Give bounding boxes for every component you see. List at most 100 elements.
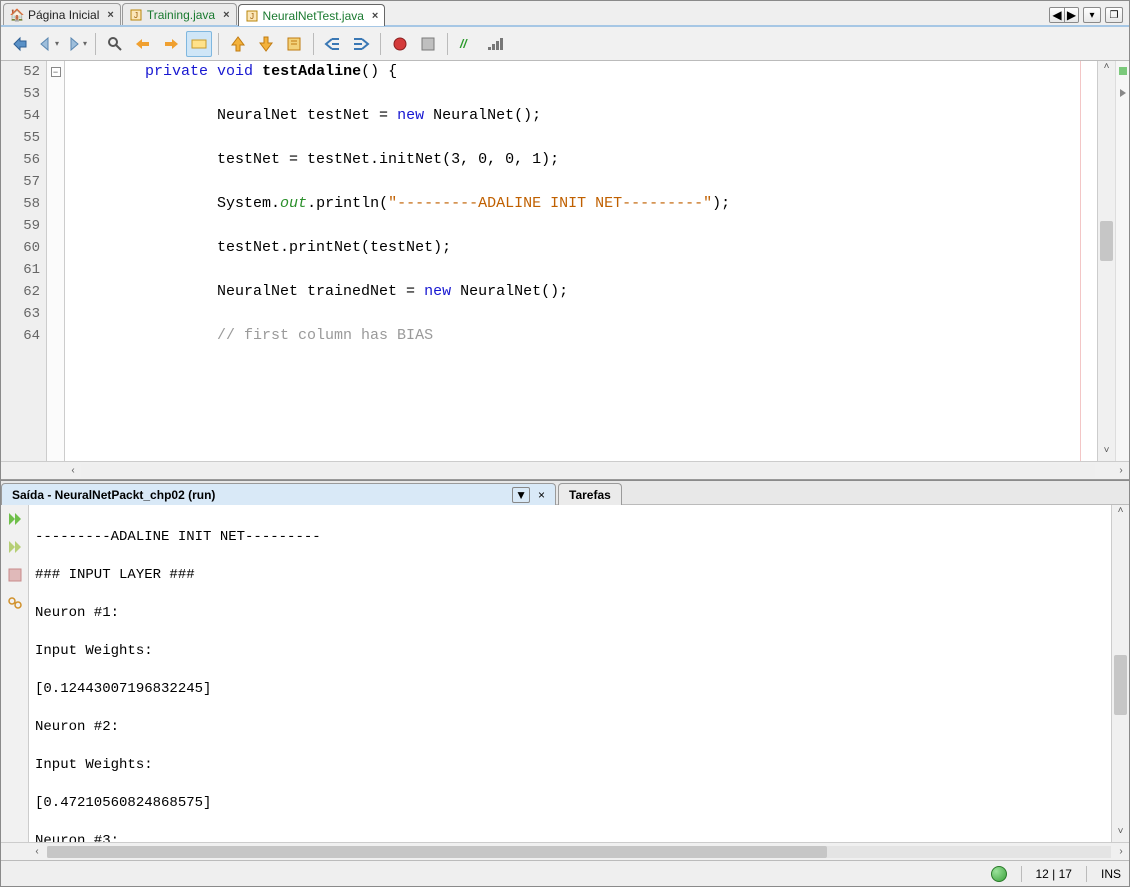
menu-icon[interactable]: ▼ bbox=[512, 487, 530, 503]
toolbar-separator bbox=[313, 33, 314, 55]
shift-left-button[interactable] bbox=[320, 31, 346, 57]
scroll-left-icon[interactable]: ◀ bbox=[1050, 8, 1064, 22]
close-icon[interactable]: × bbox=[223, 9, 229, 21]
code-token: "---------ADALINE INIT NET---------" bbox=[388, 195, 712, 212]
find-previous-button[interactable] bbox=[130, 31, 156, 57]
line-number: 54 bbox=[1, 105, 46, 127]
tab-label: Tarefas bbox=[569, 488, 611, 502]
uncomment-button[interactable] bbox=[482, 31, 508, 57]
statusbar: 12 | 17 INS bbox=[1, 860, 1129, 886]
console-line: Neuron #1: bbox=[35, 604, 1105, 623]
close-icon[interactable]: × bbox=[372, 10, 378, 22]
network-status-icon[interactable] bbox=[991, 866, 1007, 882]
line-number: 57 bbox=[1, 171, 46, 193]
editor-vertical-scrollbar[interactable]: ˄ ˅ bbox=[1097, 61, 1115, 461]
editor-toolbar: ▾ ▾ // bbox=[1, 27, 1129, 61]
tab-pagina-inicial[interactable]: 🏠 Página Inicial × bbox=[3, 3, 121, 25]
close-icon[interactable]: × bbox=[538, 488, 545, 502]
panel-tabstrip: Saída - NeuralNetPackt_chp02 (run) ▼ × T… bbox=[1, 481, 1129, 505]
toolbar-separator bbox=[447, 33, 448, 55]
code-token: NeuralNet testNet = bbox=[217, 107, 397, 124]
code-token: () { bbox=[361, 63, 397, 80]
scroll-up-icon[interactable]: ˄ bbox=[1112, 505, 1129, 521]
line-number: 64 bbox=[1, 325, 46, 347]
tab-tasks[interactable]: Tarefas bbox=[558, 483, 622, 505]
insert-mode[interactable]: INS bbox=[1101, 867, 1121, 881]
line-number: 55 bbox=[1, 127, 46, 149]
console-line: Neuron #3: bbox=[35, 832, 1105, 842]
scroll-right-icon[interactable]: › bbox=[1113, 846, 1129, 857]
code-body[interactable]: private void testAdaline() { NeuralNet t… bbox=[65, 61, 1097, 461]
last-edit-button[interactable] bbox=[7, 31, 33, 57]
line-number: 52 bbox=[1, 61, 46, 83]
code-token: testNet.printNet(testNet); bbox=[217, 239, 451, 256]
comment-button[interactable]: // bbox=[454, 31, 480, 57]
line-number-gutter: 52 53 54 55 56 57 58 59 60 61 62 63 64 bbox=[1, 61, 47, 461]
tab-neuralnettest-java[interactable]: J NeuralNetTest.java × bbox=[238, 4, 386, 26]
scroll-down-icon[interactable]: ˅ bbox=[1112, 826, 1129, 842]
settings-button[interactable] bbox=[5, 593, 25, 613]
back-button[interactable]: ▾ bbox=[35, 31, 61, 57]
code-token: out bbox=[280, 195, 307, 212]
line-number: 63 bbox=[1, 303, 46, 325]
editor-area: 52 53 54 55 56 57 58 59 60 61 62 63 64 −… bbox=[1, 61, 1129, 480]
svg-text:J: J bbox=[250, 12, 254, 21]
code-token: NeuralNet(); bbox=[451, 283, 568, 300]
forward-button[interactable]: ▾ bbox=[63, 31, 89, 57]
error-stripe-marker[interactable] bbox=[1119, 67, 1127, 75]
maximize-button[interactable]: ❐ bbox=[1105, 7, 1123, 23]
scroll-right-icon[interactable]: › bbox=[1113, 465, 1129, 476]
toolbar-separator bbox=[380, 33, 381, 55]
home-icon: 🏠 bbox=[10, 8, 24, 22]
java-file-icon: J bbox=[129, 8, 143, 22]
scrollbar-thumb[interactable] bbox=[47, 846, 827, 858]
svg-text://: // bbox=[459, 37, 468, 51]
start-macro-button[interactable] bbox=[387, 31, 413, 57]
find-selection-button[interactable] bbox=[102, 31, 128, 57]
line-number: 56 bbox=[1, 149, 46, 171]
code-token: private bbox=[145, 63, 208, 80]
stop-button[interactable] bbox=[5, 565, 25, 585]
tab-scroll-buttons[interactable]: ◀ ▶ bbox=[1049, 7, 1079, 23]
shift-right-button[interactable] bbox=[348, 31, 374, 57]
scroll-up-icon[interactable]: ˄ bbox=[1098, 61, 1115, 77]
console-line: ### INPUT LAYER ### bbox=[35, 566, 1105, 585]
console-horizontal-scrollbar[interactable]: ‹ › bbox=[1, 842, 1129, 860]
scroll-left-icon[interactable]: ‹ bbox=[29, 846, 45, 857]
rerun-button[interactable] bbox=[5, 509, 25, 529]
tab-label: Página Inicial bbox=[28, 8, 99, 22]
scrollbar-thumb[interactable] bbox=[1114, 655, 1127, 715]
close-icon[interactable]: × bbox=[107, 9, 113, 21]
find-next-button[interactable] bbox=[158, 31, 184, 57]
run-button[interactable] bbox=[5, 537, 25, 557]
editor-window-controls: ◀ ▶ ▾ ❐ bbox=[1049, 7, 1129, 25]
scrollbar-thumb[interactable] bbox=[1100, 221, 1113, 261]
console-output[interactable]: ---------ADALINE INIT NET--------- ### I… bbox=[29, 505, 1111, 842]
status-separator bbox=[1021, 866, 1022, 882]
scroll-down-icon[interactable]: ˅ bbox=[1098, 445, 1115, 461]
console-line: [0.47210560824868575] bbox=[35, 794, 1105, 813]
editor-horizontal-scrollbar[interactable]: ‹ › bbox=[1, 461, 1129, 479]
stop-macro-button[interactable] bbox=[415, 31, 441, 57]
previous-bookmark-button[interactable] bbox=[225, 31, 251, 57]
fold-toggle[interactable]: − bbox=[51, 67, 61, 77]
java-file-icon: J bbox=[245, 9, 259, 23]
code-token: System. bbox=[217, 195, 280, 212]
dropdown-button[interactable]: ▾ bbox=[1083, 7, 1101, 23]
toggle-highlight-button[interactable] bbox=[186, 31, 212, 57]
console-line: Neuron #2: bbox=[35, 718, 1105, 737]
console-vertical-scrollbar[interactable]: ˄ ˅ bbox=[1111, 505, 1129, 842]
tab-training-java[interactable]: J Training.java × bbox=[122, 3, 237, 25]
scroll-left-icon[interactable]: ‹ bbox=[65, 465, 81, 476]
editor-marker-strip bbox=[1115, 61, 1129, 461]
scroll-right-icon[interactable]: ▶ bbox=[1064, 8, 1078, 22]
window-icon: ❐ bbox=[1110, 10, 1119, 21]
toggle-bookmark-button[interactable] bbox=[281, 31, 307, 57]
console-line: ---------ADALINE INIT NET--------- bbox=[35, 528, 1105, 547]
code-token: NeuralNet(); bbox=[424, 107, 541, 124]
next-bookmark-button[interactable] bbox=[253, 31, 279, 57]
line-number: 60 bbox=[1, 237, 46, 259]
editor-tabstrip: 🏠 Página Inicial × J Training.java × J N… bbox=[1, 1, 1129, 27]
output-panel: Saída - NeuralNetPackt_chp02 (run) ▼ × T… bbox=[1, 480, 1129, 860]
tab-output[interactable]: Saída - NeuralNetPackt_chp02 (run) ▼ × bbox=[1, 483, 556, 505]
